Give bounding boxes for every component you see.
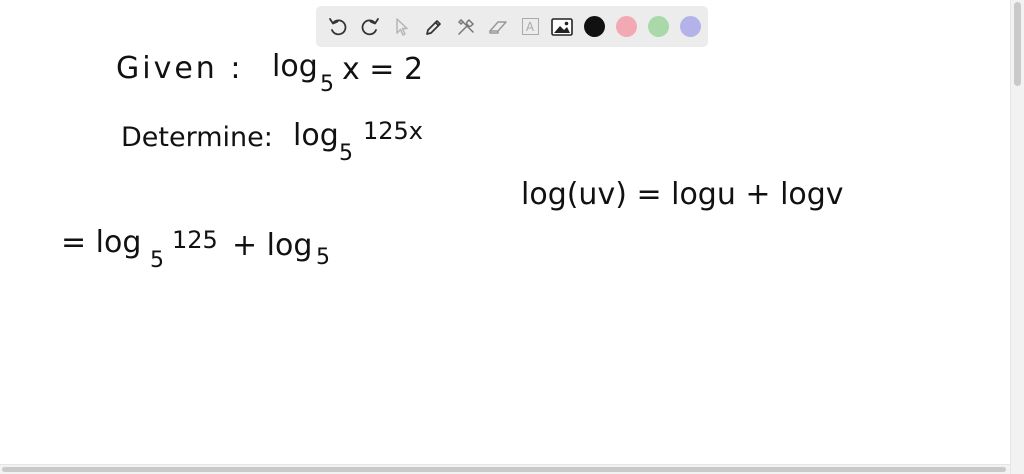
drawing-toolbar: A [316,6,708,47]
select-arrow-icon[interactable] [386,11,418,43]
vertical-scroll-thumb[interactable] [1014,2,1021,86]
determine-log-base: 5 [339,141,353,166]
determine-argument: 125x [363,117,424,145]
color-lavender-swatch[interactable] [674,11,706,43]
horizontal-scroll-thumb[interactable] [2,467,1006,472]
pen-icon[interactable] [418,11,450,43]
step-argument-1: 125 [172,226,218,254]
determine-label: Determine: [121,122,273,153]
image-icon[interactable] [546,11,578,43]
redo-icon[interactable] [354,11,386,43]
step-log-base-1: 5 [150,248,164,273]
undo-icon[interactable] [322,11,354,43]
step-plus-log: + log [232,228,313,263]
whiteboard-canvas[interactable]: Given : log 5 x = 2 Determine: log 5 125… [0,0,1010,464]
text-tool-glyph: A [521,18,539,35]
vertical-scrollbar[interactable] [1010,0,1024,474]
product-rule: log(uv) = logu + logv [521,177,844,212]
given-equation: x = 2 [342,52,424,87]
color-black-swatch[interactable] [578,11,610,43]
horizontal-scrollbar[interactable] [0,464,1010,474]
determine-log: log [293,118,339,153]
given-log: log [272,49,318,84]
step-eq-log: = log [61,225,142,260]
color-pink-swatch[interactable] [610,11,642,43]
given-log-base: 5 [320,72,334,97]
eraser-icon[interactable] [482,11,514,43]
step-log-base-2: 5 [316,245,330,270]
color-green-swatch[interactable] [642,11,674,43]
text-box-icon[interactable]: A [514,11,546,43]
given-label: Given : [116,51,244,86]
tools-icon[interactable] [450,11,482,43]
